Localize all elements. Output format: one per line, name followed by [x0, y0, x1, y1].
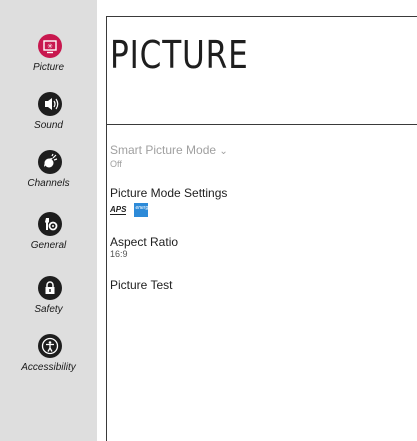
menu-item-title: Picture Test — [110, 278, 173, 292]
general-icon — [38, 212, 62, 236]
sidebar-item-label: Channels — [27, 178, 70, 189]
lock-icon — [38, 276, 62, 300]
menu-item-picture-test[interactable]: Picture Test — [110, 278, 172, 292]
sidebar: ✳ Picture Sound Channels General Safety … — [0, 0, 97, 441]
energy-star-icon: energy — [134, 203, 151, 217]
accessibility-icon — [38, 334, 62, 358]
sidebar-item-label: Safety — [34, 304, 63, 315]
divider-top — [106, 16, 417, 17]
aps-badge-icon: APS — [110, 205, 127, 215]
sidebar-item-label: Picture — [32, 62, 65, 73]
menu-item-title: Picture Mode Settings — [110, 186, 228, 200]
menu-item-title: Aspect Ratio — [110, 235, 179, 249]
chevron-down-icon: ⌄ — [219, 146, 228, 157]
channels-icon — [38, 150, 62, 174]
sidebar-item-label: Sound — [34, 120, 63, 131]
menu-item-smart-picture-mode[interactable]: Smart Picture Mode ⌄ Off — [110, 143, 228, 170]
menu-item-value: 16:9 — [110, 249, 128, 259]
sound-icon — [38, 92, 62, 116]
menu-item-title: Smart Picture Mode — [110, 143, 217, 157]
content-border-left — [106, 16, 107, 441]
sidebar-item-label: Accessibility — [21, 362, 76, 373]
menu-item-aspect-ratio[interactable]: Aspect Ratio 16:9 — [110, 235, 178, 260]
badges: APS energy — [110, 203, 227, 217]
menu-item-picture-mode-settings[interactable]: Picture Mode Settings APS energy — [110, 186, 227, 217]
svg-text:✳: ✳ — [47, 43, 53, 51]
divider-title — [106, 124, 417, 125]
picture-icon: ✳ — [38, 34, 62, 58]
menu-item-value: Off — [110, 159, 122, 169]
page-title: PICTURE — [110, 33, 249, 77]
sidebar-item-label: General — [30, 240, 67, 251]
